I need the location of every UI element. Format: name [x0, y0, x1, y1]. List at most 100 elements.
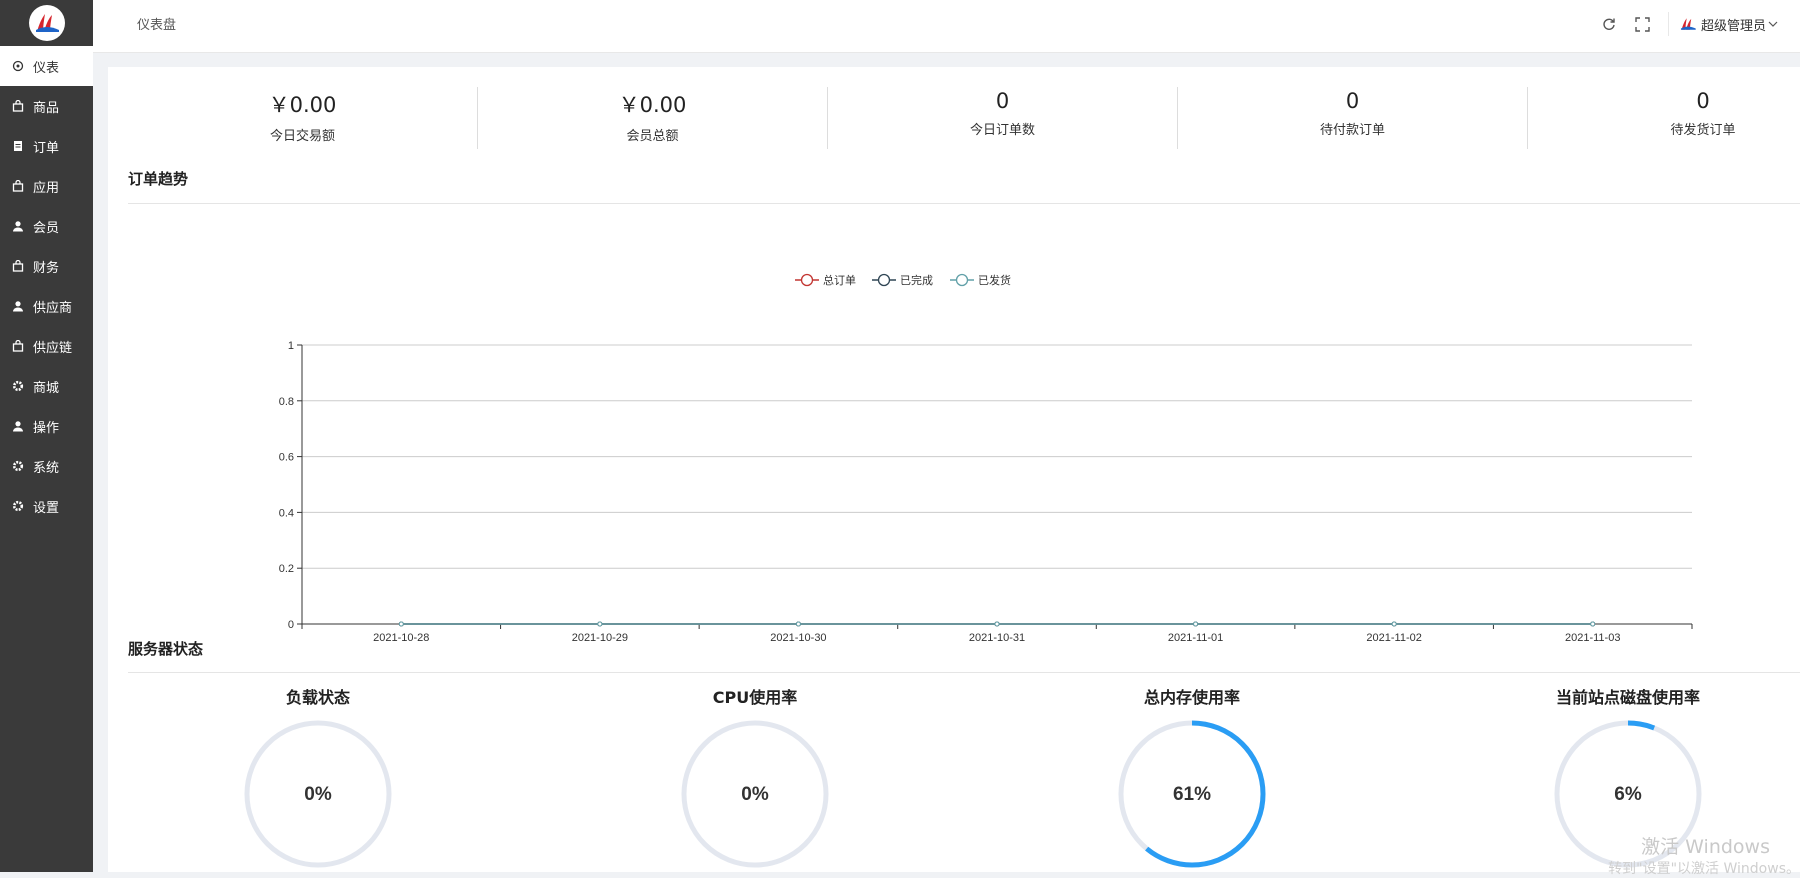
gauge-title: 总内存使用率 [1143, 688, 1240, 707]
sidebar-item-1[interactable]: 商品 [0, 86, 93, 126]
y-tick-label: 0.6 [279, 452, 294, 464]
sidebar-item-label: 财务 [33, 260, 60, 276]
legend-swatch-marker [955, 273, 969, 287]
user-name: 超级管理员 [1700, 18, 1766, 34]
legend-label: 总订单 [823, 273, 856, 287]
data-point [597, 621, 603, 627]
gauge-card: CPU使用率 0% [535, 684, 975, 872]
order-trend-title: 订单趋势 [128, 170, 189, 188]
user-icon [12, 420, 24, 432]
sidebar-item-label: 商品 [33, 100, 60, 116]
legend-label: 已完成 [900, 273, 933, 287]
brand-logo[interactable] [28, 5, 65, 41]
y-tick-label: 0.4 [279, 507, 294, 519]
legend-swatch-marker [800, 273, 814, 287]
chevron-down-icon [1768, 21, 1778, 27]
gear-icon [12, 380, 24, 392]
sidebar-item-11[interactable]: 设置 [0, 486, 93, 526]
stat-label: 今日交易额 [269, 129, 335, 144]
refresh-icon[interactable] [1600, 15, 1618, 33]
sidebar-item-4[interactable]: 会员 [0, 206, 93, 246]
sidebar-item-label: 订单 [33, 140, 60, 156]
stat-card: 0 待付款订单 [1178, 87, 1528, 149]
y-tick-label: 0.2 [279, 563, 294, 575]
x-tick-label: 2021-10-29 [572, 632, 628, 644]
stat-value: ￥0.00 [618, 93, 687, 117]
divider [128, 672, 1800, 673]
sidebar-item-7[interactable]: 供应链 [0, 326, 93, 366]
y-tick-label: 0 [288, 619, 294, 631]
stat-card: ￥0.00 今日交易额 [128, 87, 478, 149]
avatar [1680, 18, 1696, 30]
sidebar-menu: 仪表商品订单应用会员财务供应商供应链商城操作系统设置 [0, 46, 93, 526]
windows-activation-watermark: 激活 Windows [1641, 836, 1770, 858]
stat-label: 会员总额 [626, 129, 679, 144]
bag-icon [12, 180, 24, 192]
bag-icon [12, 340, 24, 352]
stat-card: 0 今日订单数 [828, 87, 1178, 149]
main-content: ￥0.00 今日交易额 ￥0.00 会员总额 0 今日订单数 0 待付款订单 0 待发货… [108, 67, 1800, 877]
sidebar: 仪表商品订单应用会员财务供应商供应链商城操作系统设置 [0, 0, 93, 872]
gauge-value: 0% [741, 784, 769, 805]
stat-card: ￥0.00 会员总额 [478, 87, 828, 149]
stat-value: 0 [1345, 89, 1360, 113]
legend-swatch-marker [877, 273, 891, 287]
gauge-ring: 0% [681, 720, 829, 868]
gauge-value: 6% [1614, 784, 1642, 805]
stat-label: 今日订单数 [969, 123, 1035, 138]
sidebar-item-3[interactable]: 应用 [0, 166, 93, 206]
gauge-ring: 61% [1118, 720, 1266, 868]
dashboard-icon [12, 60, 24, 72]
top-bar-actions: 超级管理员 [1600, 12, 1778, 36]
sidebar-item-label: 供应链 [33, 340, 73, 356]
order-trend-chart: 0 0.2 0.4 0.6 0.8 1 2021-10-28 2021-10-29 2021-1… [128, 204, 1800, 654]
sidebar-item-label: 应用 [33, 180, 60, 196]
gauge-card: 总内存使用率 61% [972, 684, 1412, 872]
divider [1667, 12, 1669, 36]
server-status-title: 服务器状态 [128, 640, 204, 658]
document-icon [12, 140, 24, 152]
data-point [795, 621, 801, 627]
stat-value: 0 [1696, 89, 1710, 113]
gauge-title: 当前站点磁盘使用率 [1555, 688, 1700, 707]
data-point [1193, 621, 1199, 627]
stat-value: ￥0.00 [268, 93, 337, 117]
sidebar-item-10[interactable]: 系统 [0, 446, 93, 486]
sidebar-item-9[interactable]: 操作 [0, 406, 93, 446]
line-chart: 0 0.2 0.4 0.6 0.8 1 2021-10-28 2021-10-29 2021-1… [279, 273, 1693, 644]
stat-card: 0 待发货订单 [1528, 87, 1800, 149]
sidebar-item-6[interactable]: 供应商 [0, 286, 93, 326]
breadcrumb[interactable]: 仪表盘 [137, 14, 176, 33]
y-tick-label: 0.8 [279, 396, 294, 408]
sidebar-item-label: 仪表 [33, 60, 60, 76]
data-point [398, 621, 404, 627]
sidebar-item-0[interactable]: 仪表 [0, 46, 93, 86]
sidebar-item-label: 设置 [33, 500, 60, 516]
gauge-value: 0% [304, 784, 332, 805]
sidebar-item-label: 操作 [33, 420, 60, 436]
sidebar-item-5[interactable]: 财务 [0, 246, 93, 286]
gauge-card: 负载状态 0% [98, 684, 538, 872]
bag-icon [12, 260, 24, 272]
x-tick-label: 2021-11-03 [1565, 632, 1620, 644]
x-tick-label: 2021-11-01 [1168, 632, 1223, 644]
gauge-ring: 0% [244, 720, 392, 868]
fullscreen-icon[interactable] [1634, 15, 1652, 33]
gauge-title: CPU使用率 [712, 688, 798, 707]
sidebar-item-label: 会员 [33, 220, 60, 236]
x-tick-label: 2021-10-30 [770, 632, 826, 644]
user-menu[interactable]: 超级管理员 [1679, 15, 1778, 34]
stats-row: ￥0.00 今日交易额 ￥0.00 会员总额 0 今日订单数 0 待付款订单 0 待发货… [128, 87, 1800, 149]
sidebar-item-8[interactable]: 商城 [0, 366, 93, 406]
gauge-value: 61% [1173, 784, 1211, 805]
sidebar-item-label: 供应商 [33, 300, 73, 316]
watermark-line-2: 转到"设置"以激活 Windows。 [1608, 861, 1800, 877]
gear-icon [12, 460, 24, 472]
sidebar-item-2[interactable]: 订单 [0, 126, 93, 166]
sidebar-item-label: 系统 [33, 460, 60, 476]
x-tick-label: 2021-10-31 [969, 632, 1025, 644]
user-icon [12, 220, 24, 232]
logo-area [0, 0, 93, 46]
stat-label: 待发货订单 [1670, 123, 1736, 138]
stat-label: 待付款订单 [1319, 123, 1385, 138]
